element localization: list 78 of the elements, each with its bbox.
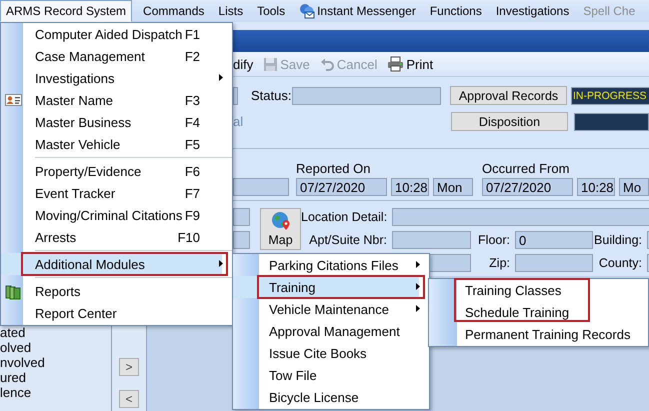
- disposition-button[interactable]: Disposition: [451, 112, 568, 131]
- menu-item[interactable]: Tow File: [233, 364, 429, 386]
- menu-item[interactable]: Case Management F2: [1, 45, 232, 67]
- time-field[interactable]: 10:28: [577, 178, 615, 196]
- move-button[interactable]: >: [119, 358, 139, 376]
- status-field[interactable]: [292, 86, 441, 104]
- menu-gutter: [429, 279, 457, 346]
- zip-field[interactable]: [515, 254, 593, 272]
- move-button[interactable]: <: [119, 390, 139, 408]
- menu-item[interactable]: Property/Evidence F6: [1, 160, 232, 182]
- time-field[interactable]: 10:28: [391, 178, 429, 196]
- menu-item[interactable]: Approval Management: [233, 320, 429, 342]
- floor-field[interactable]: 0: [515, 231, 593, 249]
- menu-item[interactable]: Master Name F3: [1, 89, 232, 111]
- date-field[interactable]: 07/27/2020: [296, 178, 387, 196]
- chat-icon: [299, 3, 316, 19]
- menu-item[interactable]: Reports: [1, 280, 232, 302]
- field-label: Reported On: [296, 161, 372, 176]
- text-field[interactable]: [233, 178, 289, 196]
- submenu-arrow-icon: [416, 283, 420, 290]
- books-icon: [5, 285, 21, 300]
- menu-item[interactable]: Investigations: [1, 67, 232, 89]
- menu-item[interactable]: Computer Aided Dispatch F1: [1, 23, 232, 45]
- field-label: al: [233, 114, 244, 129]
- menu-item[interactable]: Issue Cite Books: [233, 342, 429, 364]
- field-label: Status:: [251, 88, 292, 103]
- menu-item[interactable]: Permanent Training Records: [429, 323, 648, 345]
- text-field[interactable]: [233, 231, 250, 249]
- menu-item[interactable]: Parking Citations Files: [233, 254, 429, 276]
- field-label: Occurred From: [482, 161, 570, 176]
- location-detail-field[interactable]: [392, 208, 649, 226]
- menu-bar-item[interactable]: Lists: [211, 0, 250, 22]
- undo-icon: [320, 56, 335, 72]
- toolbar-button[interactable]: dify: [233, 56, 254, 72]
- status-value-field: IN-PROGRESS: [571, 86, 649, 104]
- submenu-arrow-icon: [219, 74, 223, 81]
- list-item[interactable]: nvolved: [0, 355, 111, 370]
- list-item[interactable]: ured: [0, 370, 111, 385]
- list-item[interactable]: ated: [0, 325, 111, 340]
- text-field[interactable]: [233, 86, 238, 104]
- field-label: Location Detail:: [301, 210, 388, 224]
- contact-card-icon: [5, 94, 22, 106]
- submenu-arrow-icon: [416, 305, 420, 312]
- menu-item[interactable]: Schedule Training: [429, 301, 648, 323]
- list-item[interactable]: lence: [0, 385, 111, 400]
- submenu-arrow-icon: [219, 260, 223, 267]
- disposition-field[interactable]: [574, 112, 649, 130]
- field-label: County:: [598, 256, 643, 270]
- menu-bar-item[interactable]: Instant Messenger: [292, 0, 423, 22]
- day-field[interactable]: Mon: [433, 178, 473, 196]
- map-button[interactable]: Map: [260, 208, 301, 250]
- menu-item[interactable]: Bicycle License: [233, 386, 429, 408]
- menu-bar-item[interactable]: ARMS Record System: [0, 0, 132, 22]
- text-field[interactable]: [233, 208, 250, 226]
- toolbar-button[interactable]: Print: [387, 56, 434, 72]
- menu-item[interactable]: Master Vehicle F5: [1, 133, 232, 160]
- globe-pin-icon: [270, 210, 290, 230]
- menu-item[interactable]: Arrests F10: [1, 226, 232, 253]
- field-label: Zip:: [488, 256, 511, 270]
- menu-item[interactable]: Vehicle Maintenance: [233, 298, 429, 320]
- menu-bar-item[interactable]: Commands: [136, 0, 212, 22]
- menu-bar-item[interactable]: Functions: [422, 0, 489, 22]
- date-field[interactable]: 07/27/2020: [482, 178, 573, 196]
- field-label: Floor:: [477, 233, 511, 247]
- menu-bar-item[interactable]: Investigations: [488, 0, 576, 22]
- menu-bar-item[interactable]: Tools: [250, 0, 292, 22]
- approval-records-button[interactable]: Approval Records: [450, 86, 567, 105]
- menu-item[interactable]: Master Business F4: [1, 111, 232, 133]
- field-label: Building:: [593, 233, 643, 247]
- submenu-arrow-icon: [416, 261, 420, 268]
- list-item[interactable]: olved: [0, 340, 111, 355]
- menu-item[interactable]: Report Center: [1, 302, 232, 324]
- apt-suite-field[interactable]: [392, 231, 471, 249]
- menu-item[interactable]: Event Tracker F7: [1, 182, 232, 204]
- day-field[interactable]: Mo: [619, 178, 649, 196]
- field-label: Apt/Suite Nbr:: [308, 233, 388, 247]
- printer-icon: [387, 56, 404, 72]
- menu-item[interactable]: Moving/Criminal Citations F9: [1, 204, 232, 226]
